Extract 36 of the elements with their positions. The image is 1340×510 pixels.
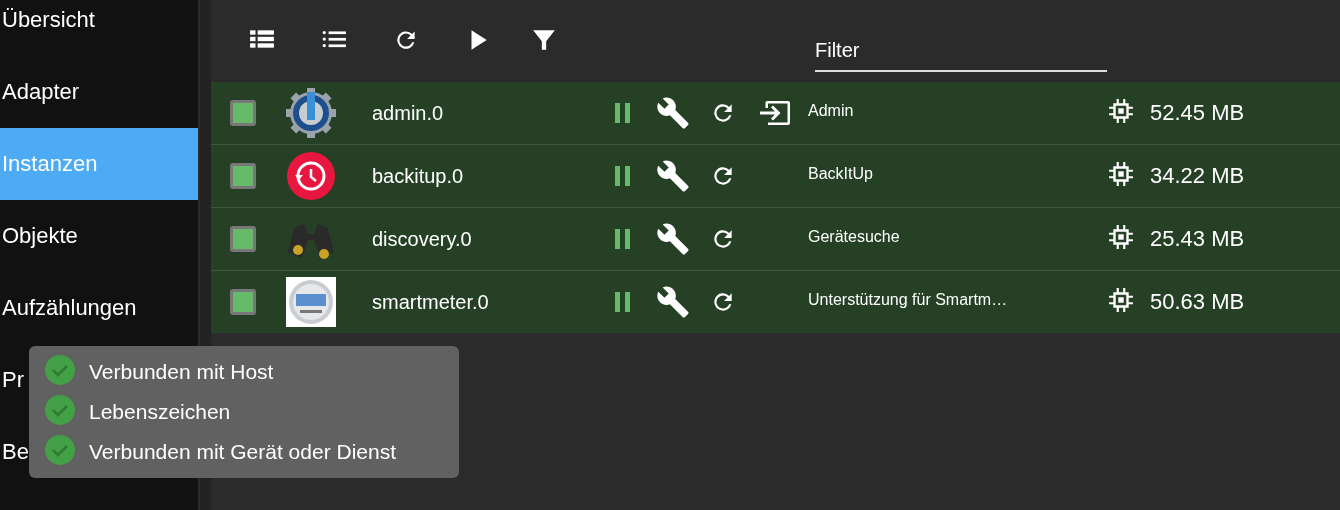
instance-name: backitup.0 [372, 164, 465, 188]
tooltip-text: Verbunden mit Host [89, 360, 274, 384]
instance-title: BackItUp [808, 165, 874, 183]
memory-usage: 50.63 MB [1150, 289, 1245, 315]
instance-title: Admin [808, 102, 855, 120]
instance-title: Gerätesuche [808, 228, 901, 246]
wrench-icon[interactable] [656, 285, 690, 319]
wrench-icon[interactable] [656, 159, 690, 193]
nav-item[interactable]: Übersicht [0, 0, 198, 56]
pause-icon[interactable] [613, 227, 633, 251]
nav-item[interactable]: Aufzählungen [0, 272, 198, 344]
instance-name: discovery.0 [372, 227, 473, 251]
instance-name: admin.0 [372, 101, 445, 125]
pause-icon[interactable] [613, 290, 633, 314]
memory-usage: 52.45 MB [1150, 100, 1245, 126]
chip-icon [1108, 224, 1134, 250]
chip-icon [1108, 161, 1134, 187]
meter-icon [286, 277, 336, 327]
memory-usage: 34.22 MB [1150, 163, 1245, 189]
open-link-icon[interactable] [758, 99, 792, 127]
pause-icon[interactable] [613, 101, 633, 125]
clock-logo-icon [286, 151, 336, 201]
chip-icon [1108, 287, 1134, 313]
instance-name: smartmeter.0 [372, 290, 490, 314]
gear-logo-icon [286, 88, 336, 138]
tooltip-text: Lebenszeichen [89, 400, 231, 424]
tooltip-text: Verbunden mit Gerät oder Dienst [89, 440, 396, 464]
filter-field[interactable]: Filter [815, 28, 1107, 72]
pause-icon[interactable] [613, 164, 633, 188]
nav-item[interactable]: Objekte [0, 200, 198, 272]
nav-item[interactable]: Adapter [0, 56, 198, 128]
wrench-icon[interactable] [656, 222, 690, 256]
wrench-icon[interactable] [656, 96, 690, 130]
instance-title: Unterstützung für Smartm… [808, 291, 1009, 309]
memory-usage: 25.43 MB [1150, 226, 1245, 252]
chip-icon [1108, 98, 1134, 124]
